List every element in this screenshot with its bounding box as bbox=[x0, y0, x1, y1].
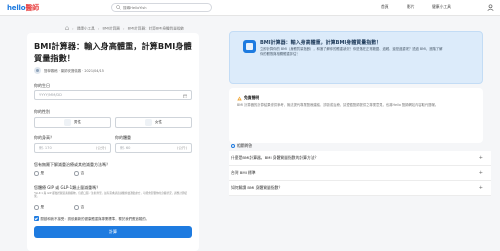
search-box[interactable] bbox=[111, 3, 212, 12]
gender-label: 你的性別 bbox=[34, 109, 50, 114]
faq-item-label: 什麼是BMI計算器，BMI 身體質量指數的計算方法？ bbox=[231, 155, 319, 160]
breadcrumb-current: BMI計算器：計算BMI身體質量指數 bbox=[127, 26, 185, 31]
weight-label: 你的體重 bbox=[115, 135, 131, 140]
site-logo[interactable]: hello醫師 bbox=[7, 3, 39, 13]
nav-home-link[interactable]: 首頁 bbox=[381, 4, 389, 10]
plus-icon[interactable]: + bbox=[479, 155, 483, 161]
weight-placeholder: 例. 60 bbox=[120, 145, 131, 150]
height-field[interactable]: 例. 170 (公分) bbox=[34, 143, 111, 153]
disclaimer-text: BMI 計算器的計算結果僅供參考，無法提代專業醫療建議、診斷或治療，請遵循醫師提… bbox=[237, 103, 439, 107]
top-nav: hello醫師 首頁 影片 健康小工具 bbox=[0, 0, 500, 16]
faq-heading: 相關問答 bbox=[231, 143, 252, 149]
faq-item[interactable]: 如何解讀 BMI 身體質量指數？ + bbox=[229, 181, 491, 196]
faq-title-text: 相關問答 bbox=[237, 143, 253, 148]
q2-no-option[interactable]: 否 bbox=[74, 205, 84, 210]
q2-yes-option[interactable]: 是 bbox=[34, 205, 44, 210]
consent-text: 閱讀和我不接受：請依最新的健康體重與專業標準，覆於我們應追蹤的。 bbox=[40, 217, 150, 221]
radio-icon bbox=[74, 205, 79, 210]
bmi-calculator-card: BMI計算器：輸入身高體重，計算BMI身體質量指數！ 醫學審稿 · 藥師安寶儀審… bbox=[27, 33, 199, 251]
faq-item-label: 台灣 BMI 標準 bbox=[231, 170, 256, 175]
author-text: 醫學審稿 · 藥師安寶儀審 · 2021/04/15 bbox=[44, 69, 104, 73]
q1-no-option[interactable]: 否 bbox=[74, 171, 84, 176]
weight-field[interactable]: 例. 60 (公斤) bbox=[115, 143, 192, 153]
plus-icon[interactable]: + bbox=[479, 170, 483, 176]
calculator-icon bbox=[243, 40, 256, 53]
birthday-field[interactable]: YYYY/MM/DD bbox=[34, 90, 192, 100]
warning-icon bbox=[237, 96, 242, 100]
q1-yes-option[interactable]: 是 bbox=[34, 171, 44, 176]
radio-icon bbox=[34, 205, 39, 210]
logo-accent: 醫師 bbox=[25, 4, 39, 12]
q2-yes-label: 是 bbox=[40, 205, 45, 209]
radio-icon bbox=[34, 171, 39, 176]
search-icon bbox=[116, 5, 121, 10]
q1-no-label: 否 bbox=[80, 171, 85, 175]
gender-male-option[interactable]: 男性 bbox=[34, 117, 111, 128]
user-icon[interactable] bbox=[487, 4, 494, 11]
author-line: 醫學審稿 · 藥師安寶儀審 · 2021/04/15 bbox=[34, 67, 104, 74]
question-2-options: 是 否 bbox=[34, 205, 114, 210]
question-2-label: 您體療 GIP 或 GLP-1類止量減重嗎？ bbox=[34, 185, 101, 190]
male-icon bbox=[63, 119, 71, 126]
home-icon[interactable] bbox=[65, 26, 69, 30]
height-placeholder: 例. 170 bbox=[39, 145, 52, 150]
promo-card: BMI計算器：輸入身高體重，計算BMI身體質量指數！ 立即計算你的 BMI（身體… bbox=[229, 31, 483, 84]
height-label: 你的身高？ bbox=[34, 135, 54, 140]
faq-heading-icon bbox=[231, 144, 235, 148]
faq-item-label: 如何解讀 BMI 身體質量指數？ bbox=[231, 185, 283, 190]
height-unit: (公分) bbox=[96, 145, 106, 150]
gender-female-option[interactable]: 女性 bbox=[115, 117, 192, 128]
weight-unit: (公斤) bbox=[177, 145, 187, 150]
calendar-icon[interactable] bbox=[182, 94, 188, 99]
page-title: BMI計算器：輸入身高體重，計算BMI身體質量指數！ bbox=[34, 41, 192, 63]
search-input[interactable] bbox=[123, 5, 203, 10]
radio-icon bbox=[74, 171, 79, 176]
calculate-button[interactable]: 計算 bbox=[34, 226, 192, 238]
promo-title: BMI計算器：輸入身高體重，計算BMI身體質量指數！ bbox=[260, 40, 382, 46]
question-2-note: *GLP-1 與 GIP 都屬於腸泌素類藥物，包括口服／注射劑型，如有需求請諮詢… bbox=[34, 192, 188, 199]
faq-item[interactable]: 台灣 BMI 標準 + bbox=[229, 166, 491, 181]
faq-item[interactable]: 什麼是BMI計算器，BMI 身體質量指數的計算方法？ + bbox=[229, 151, 491, 166]
nav-video-link[interactable]: 影片 bbox=[407, 4, 415, 10]
disclaimer-card: 免責聲明 BMI 計算器的計算結果僅供參考，無法提代專業醫療建議、診斷或治療，請… bbox=[229, 88, 483, 143]
female-icon bbox=[144, 119, 152, 126]
breadcrumb: › 健康小工具 › BMI計算器 › BMI計算器：計算BMI身體質量指數 bbox=[65, 26, 184, 32]
plus-icon[interactable]: + bbox=[479, 185, 483, 191]
disclaimer-heading: 免責聲明 bbox=[237, 95, 259, 101]
birthday-placeholder: YYYY/MM/DD bbox=[39, 93, 62, 97]
avatar bbox=[34, 67, 41, 74]
breadcrumb-item[interactable]: 健康小工具 bbox=[77, 27, 95, 31]
gender-male-label: 男性 bbox=[73, 120, 82, 124]
q1-yes-label: 是 bbox=[40, 171, 45, 175]
logo-text: hello bbox=[7, 4, 26, 12]
gender-female-label: 女性 bbox=[154, 120, 163, 124]
disclaimer-title: 免責聲明 bbox=[244, 95, 260, 100]
promo-text: 立即計算你的 BMI（身體質量指數），和適了解你的體重狀況！你是落在正常範圍、過… bbox=[260, 47, 443, 56]
q2-no-label: 否 bbox=[80, 205, 85, 209]
nav-tools-link[interactable]: 健康小工具 bbox=[432, 4, 451, 10]
checkbox-checked-icon[interactable] bbox=[34, 216, 39, 221]
question-1-label: 您有無屬下解減重治療或其他減重方法嗎？ bbox=[34, 162, 110, 167]
question-1-options: 是 否 bbox=[34, 171, 114, 176]
birthday-label: 你的生日 bbox=[34, 83, 50, 88]
consent-row[interactable]: 閱讀和我不接受：請依最新的健康體重與專業標準，覆於我們應追蹤的。 bbox=[34, 216, 149, 221]
breadcrumb-item[interactable]: BMI計算器 bbox=[102, 27, 119, 31]
